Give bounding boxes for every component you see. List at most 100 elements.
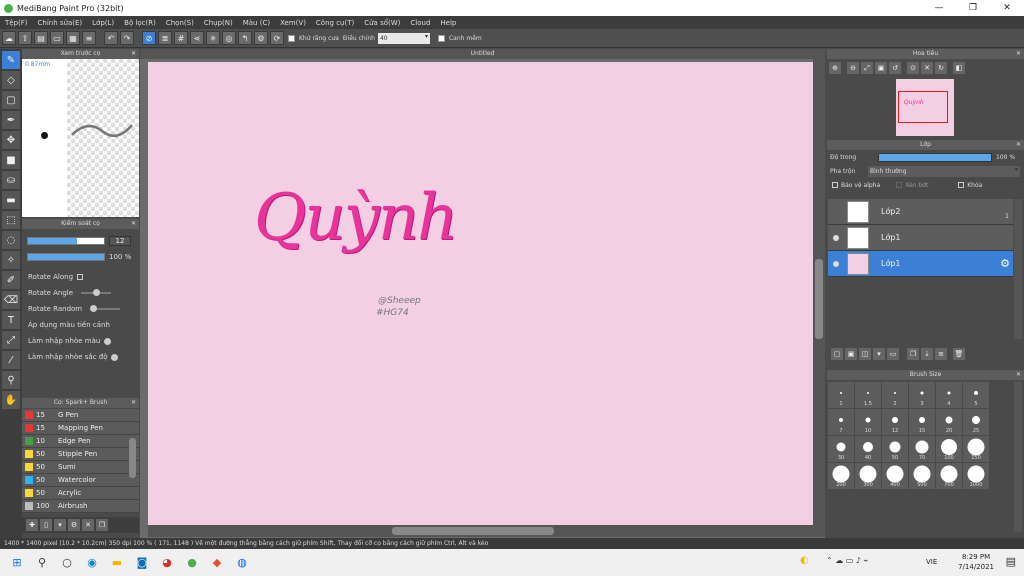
- undo-icon[interactable]: ↶: [104, 31, 118, 45]
- brush-size-cell[interactable]: 25: [963, 409, 989, 435]
- rotate-angle-slider[interactable]: [81, 289, 112, 296]
- brush-size-cell[interactable]: 150: [963, 436, 989, 462]
- list-item[interactable]: 50 Sumi: [22, 461, 139, 474]
- list-item[interactable]: 50 Stipple Pen: [22, 448, 139, 461]
- grid-snap-icon[interactable]: #: [174, 31, 188, 45]
- brush-size-cell[interactable]: 20: [936, 409, 962, 435]
- layer-settings-icon[interactable]: ⚙: [1000, 257, 1010, 270]
- weather-icon[interactable]: ◐: [800, 555, 809, 566]
- brush-size-cell[interactable]: 500: [909, 463, 935, 489]
- brush-size-cell[interactable]: 1000: [963, 463, 989, 489]
- layer-visibility-icon[interactable]: [833, 260, 839, 267]
- magic-wand-tool-icon[interactable]: ✧: [2, 251, 20, 269]
- layer-options-icon[interactable]: ≡: [935, 348, 947, 360]
- circle-snap-icon[interactable]: ◎: [222, 31, 236, 45]
- chrome-icon[interactable]: ◕: [159, 555, 175, 571]
- menu-edit[interactable]: Chỉnh sửa(E): [33, 19, 88, 27]
- close-icon[interactable]: ✕: [1016, 49, 1021, 59]
- brush-size-cell[interactable]: 5: [963, 382, 989, 408]
- adjust-select[interactable]: 40: [377, 32, 430, 44]
- menu-layer[interactable]: Lớp(L): [87, 19, 119, 27]
- layer-row-lop2[interactable]: Lớp2 1: [828, 199, 1013, 225]
- notification-icon[interactable]: ▤: [1006, 555, 1016, 568]
- medibang-taskbar-icon[interactable]: ●: [184, 555, 200, 571]
- slider-knob[interactable]: [93, 289, 101, 296]
- delete-brush-icon[interactable]: ✕: [82, 519, 94, 531]
- clock[interactable]: 8:29 PM 7/14/2021: [958, 552, 994, 572]
- list-item[interactable]: 10 Edge Pen: [22, 435, 139, 448]
- menu-view[interactable]: Xem(V): [275, 19, 311, 27]
- zoom-in-icon[interactable]: ⊕: [829, 62, 841, 74]
- menu-tools[interactable]: Công cụ(T): [311, 19, 359, 27]
- select-pen-tool-icon[interactable]: ✐: [2, 271, 20, 289]
- protect-alpha-checkbox[interactable]: [832, 182, 838, 188]
- reset-icon[interactable]: ⊙: [907, 62, 919, 74]
- zoom-out-icon[interactable]: ⊖: [847, 62, 859, 74]
- maximize-icon[interactable]: ❐: [956, 0, 990, 16]
- text-tool-icon[interactable]: T: [2, 311, 20, 329]
- dot-tool-icon[interactable]: ✒: [2, 111, 20, 129]
- rotate-along-checkbox[interactable]: [77, 274, 84, 280]
- scrollbar-thumb[interactable]: [815, 259, 823, 339]
- clipping-checkbox[interactable]: [896, 182, 903, 188]
- layer-visibility-icon[interactable]: [833, 234, 839, 241]
- menu-window[interactable]: Cửa sổ(W): [359, 19, 405, 27]
- add-brush-icon[interactable]: ✚: [26, 519, 38, 531]
- panel-icon[interactable]: ▭: [50, 31, 64, 45]
- slider-knob[interactable]: [110, 353, 118, 361]
- brush-size-cell[interactable]: 12: [882, 409, 908, 435]
- new-1bit-layer-icon[interactable]: ◫: [859, 348, 871, 360]
- blend-mode-select[interactable]: Bình thường: [868, 165, 1020, 177]
- lock-checkbox[interactable]: [958, 182, 965, 188]
- menu-file[interactable]: Tệp(F): [0, 19, 33, 27]
- rotate-left-icon[interactable]: ↺: [889, 62, 901, 74]
- brush-size-cell[interactable]: 40: [855, 436, 881, 462]
- eraser-tool-icon[interactable]: ◇: [2, 71, 20, 89]
- fit-icon[interactable]: ⤢: [861, 62, 873, 74]
- folder-icon[interactable]: ▭: [887, 348, 899, 360]
- search-icon[interactable]: ⚲: [34, 555, 50, 571]
- language-indicator[interactable]: VIE: [926, 558, 937, 566]
- new-layer-icon[interactable]: ▢: [831, 348, 843, 360]
- size-slider[interactable]: [27, 237, 105, 245]
- rotate-right-icon[interactable]: ↻: [935, 62, 947, 74]
- brush-size-cell[interactable]: 1.5: [855, 382, 881, 408]
- eyedropper-tool-icon[interactable]: ⚲: [2, 371, 20, 389]
- move-tool-icon[interactable]: ✥: [2, 131, 20, 149]
- list-icon[interactable]: ≡: [82, 31, 96, 45]
- menu-color[interactable]: Màu (C): [238, 19, 275, 27]
- brush-size-cell[interactable]: 30: [828, 436, 854, 462]
- brush-size-cell[interactable]: 70: [909, 436, 935, 462]
- brush-size-cell[interactable]: 3: [909, 382, 935, 408]
- parallel-snap-icon[interactable]: ≣: [158, 31, 172, 45]
- zalo-icon[interactable]: ◍: [234, 555, 250, 571]
- brush-size-cell[interactable]: 400: [882, 463, 908, 489]
- layer-scrollbar[interactable]: [1014, 199, 1022, 339]
- close-icon[interactable]: ✕: [990, 0, 1024, 16]
- brush-size-cell[interactable]: 100: [936, 436, 962, 462]
- scrollbar-thumb[interactable]: [392, 527, 554, 535]
- divide-tool-icon[interactable]: ⁄: [2, 351, 20, 369]
- brush-size-cell[interactable]: 15: [909, 409, 935, 435]
- snap-checkbox[interactable]: [437, 34, 445, 42]
- cloud-icon[interactable]: ☁: [2, 31, 16, 45]
- select-eraser-tool-icon[interactable]: ⌫: [2, 291, 20, 309]
- canvas[interactable]: Quỳnh @Sheeep #HG74: [148, 62, 813, 525]
- tray-icons[interactable]: ⌃ ☁ ▭ ♪ ⌁: [826, 556, 868, 565]
- duplicate-layer-icon[interactable]: ❐: [907, 348, 919, 360]
- scrollbar[interactable]: [129, 438, 136, 478]
- layer-row-lop1[interactable]: Lớp1: [828, 225, 1013, 251]
- minimize-icon[interactable]: —: [922, 0, 956, 16]
- close-icon[interactable]: ✕: [131, 49, 136, 59]
- brush-size-cell[interactable]: 10: [855, 409, 881, 435]
- brush-size-cell[interactable]: 1: [828, 382, 854, 408]
- brush-size-cell[interactable]: 300: [855, 463, 881, 489]
- menu-select[interactable]: Chọn(S): [161, 19, 199, 27]
- horizontal-scrollbar[interactable]: [148, 525, 813, 537]
- slider-knob[interactable]: [104, 337, 112, 345]
- list-item[interactable]: 100 Airbrush: [22, 500, 139, 513]
- task-view-icon[interactable]: ○: [59, 555, 75, 571]
- slider-knob[interactable]: [90, 305, 98, 312]
- menu-filter[interactable]: Bộ lọc(R): [119, 19, 161, 27]
- dell-app-icon[interactable]: ◙: [134, 555, 150, 571]
